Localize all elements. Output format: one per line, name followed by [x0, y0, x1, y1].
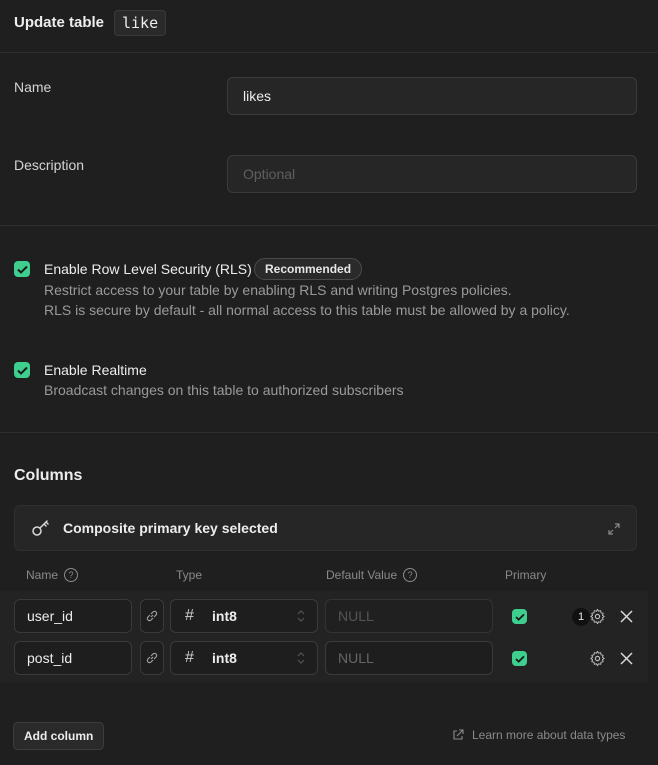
header-default: Default Value ? — [326, 568, 418, 582]
close-icon[interactable] — [617, 607, 635, 625]
divider — [0, 225, 658, 226]
rls-description-line1: Restrict access to your table by enablin… — [44, 282, 512, 298]
header-type: Type — [176, 568, 202, 582]
default-value-input[interactable]: NULL — [325, 641, 493, 675]
column-type-value: int8 — [212, 650, 237, 666]
expand-icon[interactable] — [607, 522, 621, 536]
table-name-code: like — [114, 10, 167, 36]
header-name: Name ? — [26, 568, 79, 582]
foreign-key-button[interactable] — [140, 599, 164, 633]
description-input[interactable] — [227, 155, 637, 193]
composite-key-text: Composite primary key selected — [63, 520, 278, 536]
column-name-input[interactable]: user_id — [14, 599, 132, 633]
name-label: Name — [14, 79, 52, 95]
rls-title: Enable Row Level Security (RLS) — [44, 261, 252, 277]
rls-description-line2: RLS is secure by default - all normal ac… — [44, 302, 570, 318]
header-name-label: Name — [26, 568, 59, 582]
recommended-badge: Recommended — [254, 258, 363, 280]
divider — [0, 432, 658, 433]
check-icon — [16, 265, 28, 274]
help-icon[interactable]: ? — [64, 568, 79, 582]
close-icon[interactable] — [617, 649, 635, 667]
link-icon — [146, 610, 158, 622]
header-type-label: Type — [176, 568, 203, 582]
learn-more-text: Learn more about data types — [472, 728, 626, 742]
hash-icon: # — [185, 649, 194, 666]
column-name-input[interactable]: post_id — [14, 641, 132, 675]
learn-more-link[interactable]: Learn more about data types — [452, 728, 625, 742]
dialog-title: Update table — [14, 14, 105, 31]
help-icon[interactable]: ? — [403, 568, 418, 582]
check-icon — [16, 366, 28, 375]
key-icon — [32, 520, 49, 536]
default-value-input[interactable]: NULL — [325, 599, 493, 633]
check-icon — [514, 655, 525, 663]
primary-key-checkbox[interactable] — [512, 651, 527, 666]
hash-icon: # — [185, 607, 194, 624]
gear-icon[interactable] — [588, 649, 606, 667]
realtime-title: Enable Realtime — [44, 362, 147, 378]
column-type-value: int8 — [212, 608, 237, 624]
realtime-description: Broadcast changes on this table to autho… — [44, 382, 404, 398]
chevron-updown-icon — [297, 610, 305, 622]
columns-title: Columns — [14, 467, 83, 484]
header-primary-label: Primary — [505, 568, 547, 582]
chevron-updown-icon — [297, 652, 305, 664]
link-icon — [146, 652, 158, 664]
foreign-key-button[interactable] — [140, 641, 164, 675]
name-input[interactable] — [227, 77, 637, 115]
external-link-icon — [453, 729, 464, 740]
composite-key-notice: Composite primary key selected — [14, 505, 637, 551]
column-type-select[interactable]: # int8 — [170, 641, 318, 675]
divider — [0, 52, 658, 53]
header-default-label: Default Value — [326, 568, 398, 582]
realtime-checkbox[interactable] — [14, 362, 30, 378]
primary-key-checkbox[interactable] — [512, 609, 527, 624]
gear-icon[interactable] — [588, 607, 606, 625]
header-primary: Primary — [505, 568, 546, 582]
check-icon — [514, 613, 525, 621]
column-type-select[interactable]: # int8 — [170, 599, 318, 633]
description-label: Description — [14, 157, 85, 173]
add-column-button[interactable]: Add column — [13, 722, 105, 750]
rls-checkbox[interactable] — [14, 261, 30, 277]
